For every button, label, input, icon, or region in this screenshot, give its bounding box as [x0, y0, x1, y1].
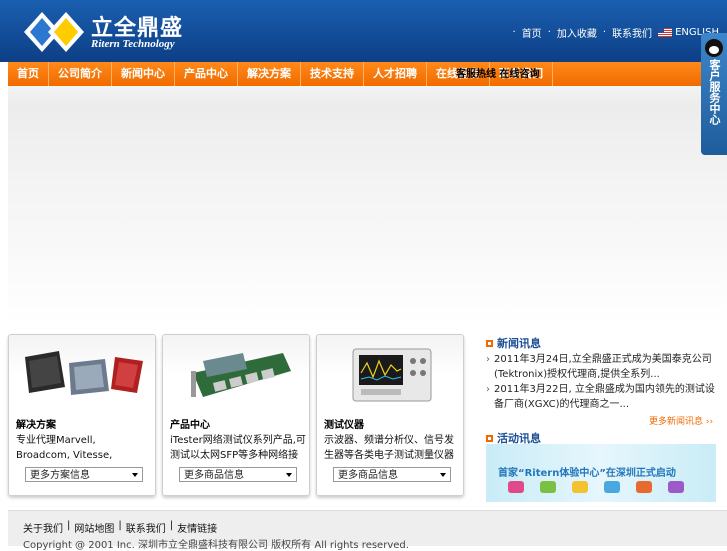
card-description: iTester网络测试仪系列产品,可测试以太网SFP等多种网络接口 [170, 435, 306, 461]
square-bullet-icon [486, 434, 493, 442]
logo-english-name: Ritern Technology [91, 38, 175, 50]
footer-link-sitemap[interactable]: 网站地图 [74, 520, 114, 535]
news-heading: 新闻讯息 [486, 335, 541, 351]
chips-image [25, 351, 143, 395]
promo-tile-icon [508, 481, 524, 493]
news-item[interactable]: › 2011年3月24日,立全鼎盛正式成为美国泰克公司(Tektronix)授权… [486, 352, 718, 382]
nav-item-about[interactable]: 公司简介 [49, 62, 112, 86]
arrow-bullet-icon: › [486, 354, 490, 365]
solutions-card: 解决方案 专业代理Marvell, Broadcom, Vitesse, Ath… [8, 334, 156, 496]
nav-item-jobs[interactable]: 人才招聘 [364, 62, 427, 86]
site-footer: 关于我们 | 网站地图 | 联系我们 | 友情链接 Copyright @ 20… [8, 510, 727, 551]
customer-service-tab[interactable]: 客户服务中心 [701, 33, 727, 155]
toplink-home[interactable]: 首页 [522, 25, 542, 40]
footer-links: 关于我们 | 网站地图 | 联系我们 | 友情链接 [23, 520, 218, 535]
nav-item-products[interactable]: 产品中心 [175, 62, 238, 86]
qq-penguin-icon [705, 39, 723, 57]
network-card-image [191, 353, 291, 397]
nav-item-solutions[interactable]: 解决方案 [238, 62, 301, 86]
promo-tile-icon [572, 481, 588, 493]
news-item[interactable]: › 2011年3月22日, 立全鼎盛成为国内领先的测试设备厂商(XGXC)的代理… [486, 382, 718, 412]
chevron-down-icon [440, 473, 446, 477]
promo-tile-icon [636, 481, 652, 493]
activity-promo-banner[interactable]: 首家“Ritern体验中心”在深圳正式启动 [486, 444, 716, 502]
chevron-down-icon [132, 473, 138, 477]
nav-hotline[interactable]: 客服热线 在线咨询 [456, 65, 539, 80]
us-flag-icon [658, 27, 673, 37]
promo-tile-icon [604, 481, 620, 493]
instruments-card: 测试仪器 示波器、频谱分析仪、信号发生器等各类电子测试测量仪器 更多商品信息 [316, 334, 464, 496]
hero-banner [8, 86, 727, 326]
nav-item-news[interactable]: 新闻中心 [112, 62, 175, 86]
card-description: 示波器、频谱分析仪、信号发生器等各类电子测试测量仪器 [324, 435, 454, 461]
oscilloscope-image [352, 348, 432, 402]
logo-icon[interactable] [22, 10, 86, 54]
instruments-select[interactable]: 更多商品信息 [333, 467, 451, 482]
card-title: 产品中心 [170, 420, 210, 431]
toplink-contact[interactable]: 联系我们 [612, 25, 652, 40]
promo-tile-icon [668, 481, 684, 493]
footer-link-contact[interactable]: 联系我们 [126, 520, 166, 535]
promo-text: 首家“Ritern体验中心”在深圳正式启动 [498, 468, 676, 479]
products-select[interactable]: 更多商品信息 [179, 467, 297, 482]
footer-link-friends[interactable]: 友情链接 [177, 520, 217, 535]
card-description: 专业代理Marvell, Broadcom, Vitesse, Atheros,… [16, 435, 113, 461]
solutions-select[interactable]: 更多方案信息 [25, 467, 143, 482]
top-links: · 首页 · 加入收藏 · 联系我们 ENGLISH [512, 25, 720, 40]
nav-item-support[interactable]: 技术支持 [301, 62, 364, 86]
footer-link-about[interactable]: 关于我们 [23, 520, 63, 535]
more-news-link[interactable]: 更多新闻讯息 ›› [649, 414, 713, 427]
copyright-text: Copyright @ 2001 Inc. 深圳市立全鼎盛科技有限公司 版权所有… [23, 540, 409, 551]
square-bullet-icon [486, 339, 493, 347]
toplink-favorite[interactable]: 加入收藏 [557, 25, 597, 40]
promo-tile-icon [540, 481, 556, 493]
nav-item-home[interactable]: 首页 [8, 62, 49, 86]
products-card: 产品中心 iTester网络测试仪系列产品,可测试以太网SFP等多种网络接口 更… [162, 334, 310, 496]
chevron-down-icon [286, 473, 292, 477]
card-title: 测试仪器 [324, 420, 364, 431]
promo-icons [508, 481, 684, 493]
card-title: 解决方案 [16, 420, 56, 431]
customer-service-label: 客户服务中心 [708, 59, 721, 125]
arrow-bullet-icon: › [486, 384, 490, 395]
main-nav: 首页 公司简介 新闻中心 产品中心 解决方案 技术支持 人才招聘 在线留言 联系… [8, 62, 727, 86]
site-header: 立全鼎盛 Ritern Technology · 首页 · 加入收藏 · 联系我… [0, 0, 727, 62]
